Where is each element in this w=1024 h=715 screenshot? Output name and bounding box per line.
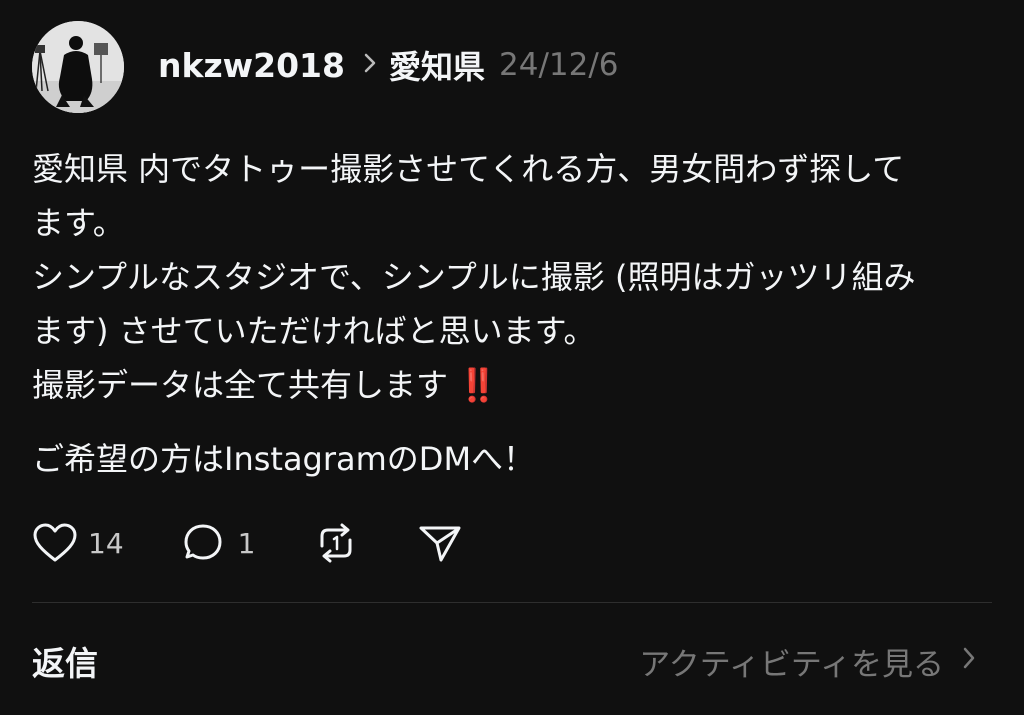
repost-icon xyxy=(313,522,359,564)
comment-count: 1 xyxy=(237,526,256,560)
like-count: 14 xyxy=(88,526,124,560)
comment-icon xyxy=(182,522,228,564)
chevron-right-icon xyxy=(363,51,377,79)
post-line: ます。 xyxy=(32,204,125,242)
post-line: シンプルなスタジオで、シンプルに撮影 (照明はガッツリ組み xyxy=(32,258,916,296)
post-date: 24/12/6 xyxy=(499,47,619,83)
view-activity-link[interactable]: アクティビティを見る xyxy=(639,639,976,684)
avatar[interactable] xyxy=(32,21,124,113)
like-button[interactable]: 14 xyxy=(32,522,124,564)
replies-header: 返信 アクティビティを見る xyxy=(32,636,976,686)
action-bar: 14 1 xyxy=(32,518,521,568)
repost-button[interactable] xyxy=(313,522,359,564)
post-body: 愛知県 内でタトゥー撮影させてくれる方、男女問わず探して ます。 シンプルなスタ… xyxy=(32,142,992,486)
post-line-with-emphasis: 撮影データは全て共有します ‼️ xyxy=(32,358,992,412)
post-line: 愛知県 内でタトゥー撮影させてくれる方、男女問わず探して xyxy=(32,150,905,188)
double-exclamation-emoji: ‼️ xyxy=(458,366,498,404)
view-activity-label: アクティビティを見る xyxy=(639,646,944,683)
post-line: ます) させていただければと思います。 xyxy=(32,312,596,350)
post-line: 撮影データは全て共有します xyxy=(32,366,449,404)
post-cta: ご希望の方はInstagramのDMへ！ xyxy=(32,440,536,478)
post-header: nkzw2018 愛知県 24/12/6 xyxy=(32,20,619,114)
comment-button[interactable]: 1 xyxy=(182,522,256,564)
divider xyxy=(32,602,992,603)
username[interactable]: nkzw2018 xyxy=(158,46,345,85)
send-icon xyxy=(417,522,463,564)
heart-icon xyxy=(32,522,78,564)
replies-title: 返信 xyxy=(32,644,98,683)
share-button[interactable] xyxy=(417,522,463,564)
location-tag[interactable]: 愛知県 xyxy=(389,42,485,88)
chevron-right-icon xyxy=(962,643,976,679)
